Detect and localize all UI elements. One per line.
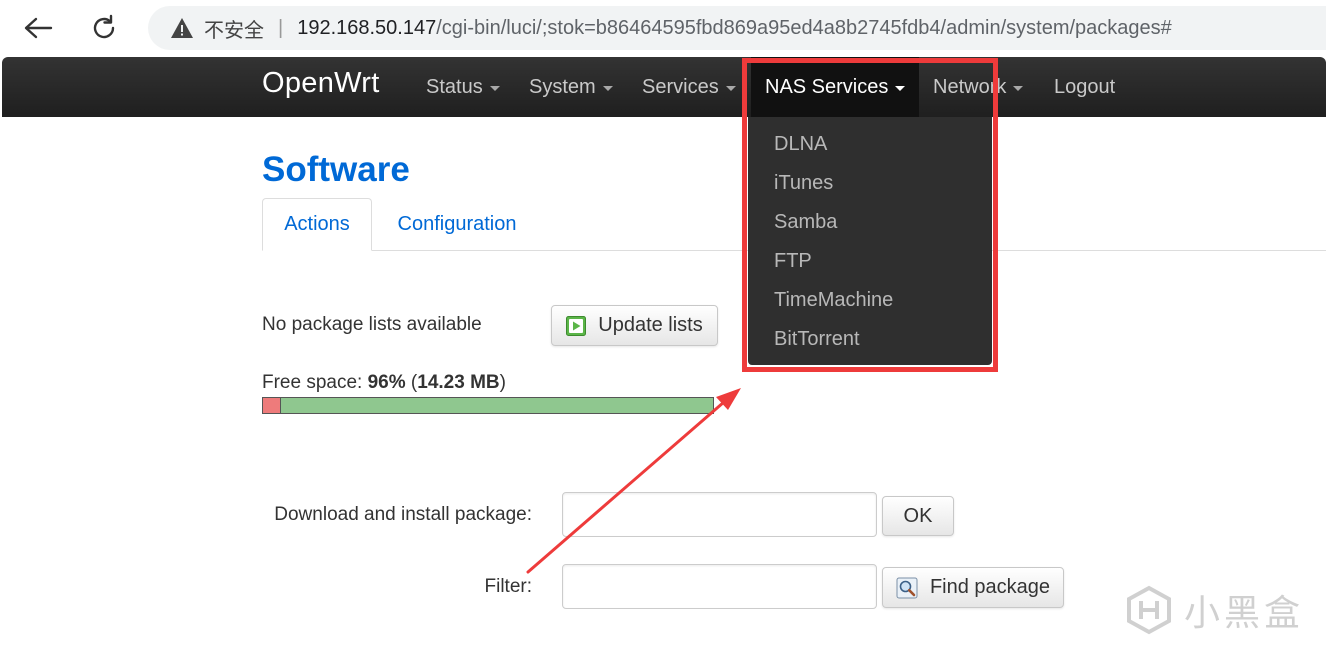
menu-system[interactable]: System <box>529 57 613 117</box>
watermark: 小黑盒 <box>1124 584 1304 636</box>
brand-logo[interactable]: OpenWrt <box>262 67 380 100</box>
update-lists-button[interactable]: Update lists <box>551 305 718 346</box>
address-separator: | <box>278 16 284 39</box>
caret-down-icon <box>725 85 736 91</box>
url-path: /cgi-bin/luci/;stok=b86464595fbd869a95ed… <box>436 16 1172 39</box>
caret-down-icon <box>602 85 613 91</box>
tab-actions[interactable]: Actions <box>262 198 372 251</box>
arrow-left-icon <box>24 17 53 39</box>
free-space-size: 14.23 MB <box>417 372 500 393</box>
caret-down-icon <box>489 85 500 91</box>
warning-icon <box>171 18 193 38</box>
used-space-fill <box>263 398 281 413</box>
tab-configuration[interactable]: Configuration <box>386 198 528 251</box>
free-space-bar <box>262 397 714 414</box>
download-install-label: Download and install package: <box>274 504 532 525</box>
reload-icon <box>93 14 115 39</box>
url-host: 192.168.50.147 <box>297 16 437 39</box>
download-package-input[interactable] <box>562 492 877 537</box>
free-space-text: Free space: 96% (14.23 MB) <box>262 372 506 393</box>
menu-logout[interactable]: Logout <box>1054 57 1115 117</box>
magnifier-icon <box>896 577 918 599</box>
browser-toolbar: 不安全 | 192.168.50.147/cgi-bin/luci/;stok=… <box>0 0 1326 57</box>
openwrt-navbar: OpenWrt Status System Services NAS Servi… <box>2 57 1326 117</box>
back-button[interactable] <box>20 10 56 46</box>
free-space-label: Free space: <box>262 372 363 393</box>
free-space-percent: 96% <box>367 372 406 393</box>
find-package-button[interactable]: Find package <box>882 567 1064 608</box>
no-package-lists-text: No package lists available <box>262 314 482 335</box>
menu-status-label: Status <box>426 75 483 98</box>
reload-button[interactable] <box>86 10 122 46</box>
filter-label: Filter: <box>484 576 533 597</box>
caret-down-icon <box>1013 85 1024 91</box>
address-bar[interactable]: 不安全 | 192.168.50.147/cgi-bin/luci/;stok=… <box>148 6 1326 50</box>
update-lists-label: Update lists <box>598 314 703 336</box>
menu-system-label: System <box>529 75 596 98</box>
menu-status[interactable]: Status <box>426 57 500 117</box>
security-label: 不安全 <box>204 19 264 42</box>
annotation-highlight-box <box>742 58 998 372</box>
menu-services-label: Services <box>642 75 719 98</box>
find-package-label: Find package <box>929 576 1051 598</box>
play-icon <box>566 315 587 336</box>
ok-button[interactable]: OK <box>882 496 954 536</box>
menu-services[interactable]: Services <box>642 57 736 117</box>
page-title: Software <box>262 150 410 189</box>
filter-input[interactable] <box>562 564 877 609</box>
heybox-logo-icon <box>1127 585 1171 635</box>
watermark-text: 小黑盒 <box>1184 592 1305 633</box>
menu-logout-label: Logout <box>1054 75 1116 98</box>
